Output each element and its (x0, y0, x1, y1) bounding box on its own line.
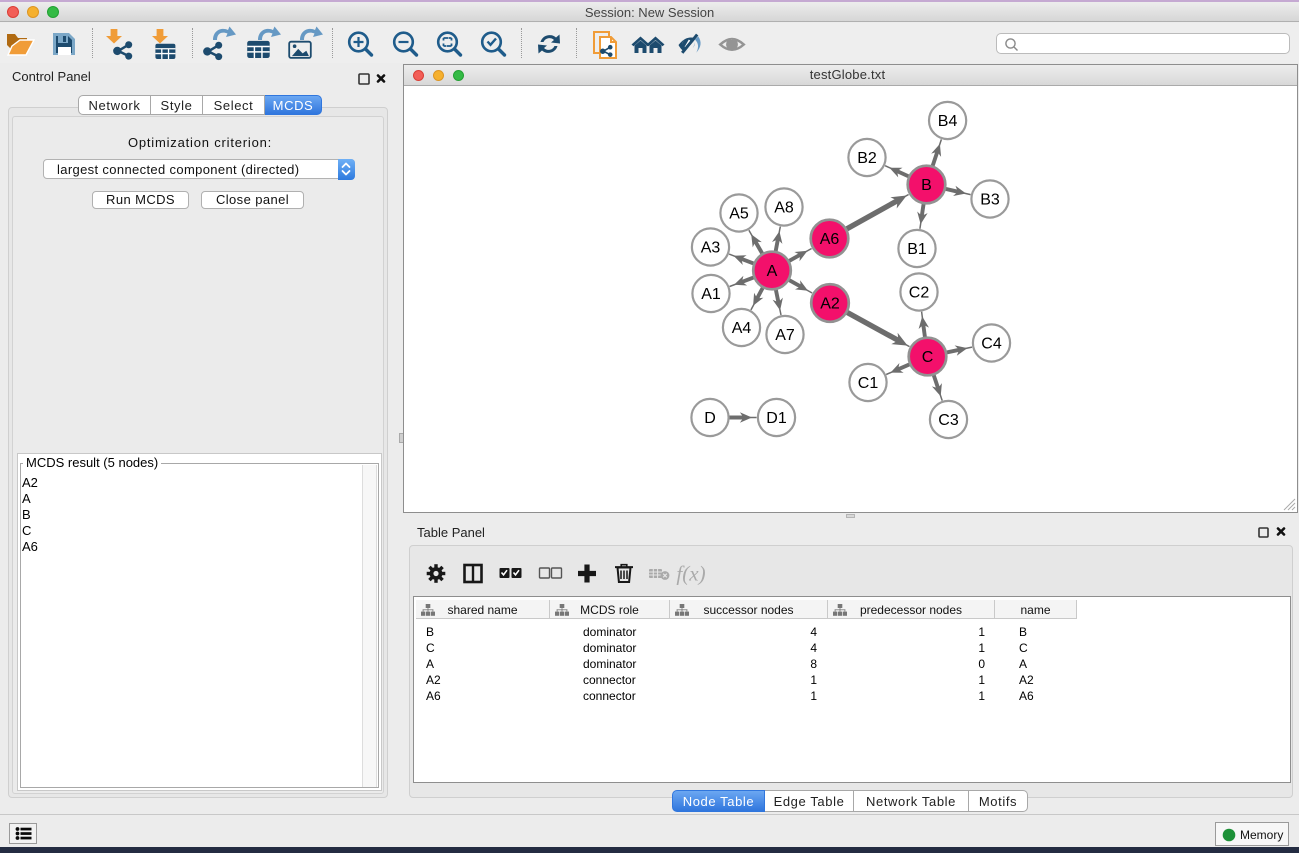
svg-text:D1: D1 (766, 410, 787, 427)
svg-text:A7: A7 (775, 327, 795, 344)
svg-text:A4: A4 (732, 320, 752, 337)
svg-text:A6: A6 (820, 231, 840, 248)
svg-text:C2: C2 (909, 285, 930, 302)
svg-text:A: A (767, 263, 778, 280)
svg-text:A3: A3 (701, 240, 721, 257)
svg-text:C4: C4 (981, 336, 1002, 353)
svg-text:B4: B4 (938, 113, 958, 130)
svg-text:C1: C1 (858, 375, 879, 392)
svg-text:C3: C3 (938, 412, 959, 429)
svg-text:B2: B2 (857, 150, 877, 167)
svg-text:f(x): f(x) (676, 562, 705, 586)
svg-text:B3: B3 (980, 192, 1000, 209)
svg-text:D: D (704, 410, 716, 427)
svg-text:A1: A1 (701, 286, 721, 303)
svg-text:B1: B1 (907, 241, 927, 258)
svg-text:A2: A2 (820, 296, 840, 313)
svg-text:A5: A5 (729, 206, 749, 223)
svg-text:B: B (921, 177, 932, 194)
svg-text:C: C (922, 349, 934, 366)
svg-text:A8: A8 (774, 200, 794, 217)
